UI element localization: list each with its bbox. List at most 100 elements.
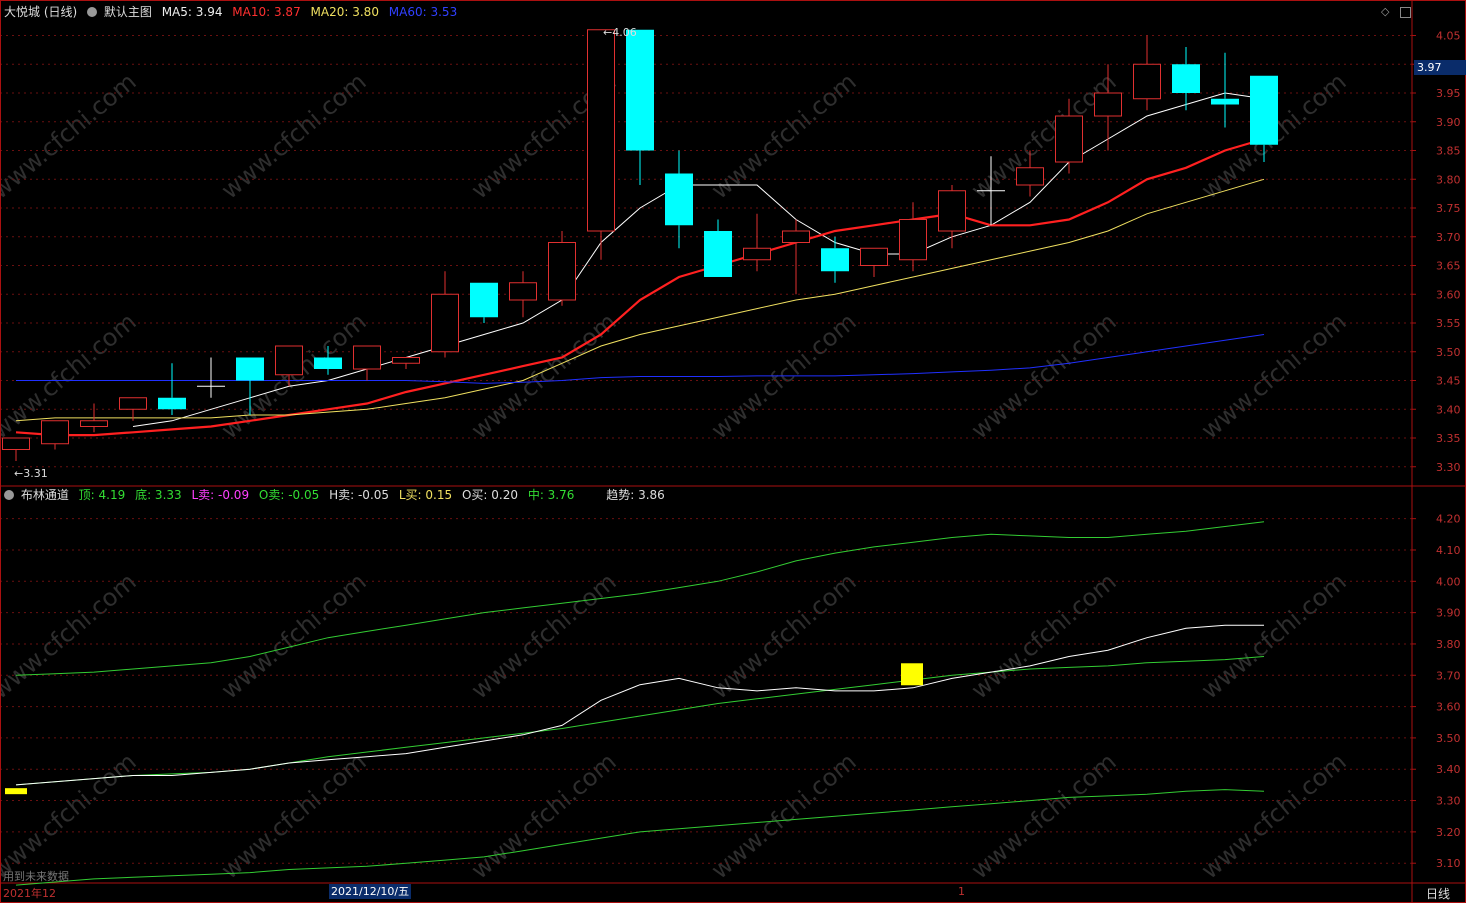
candle bbox=[587, 29, 615, 260]
candle bbox=[119, 397, 147, 421]
y-tick-label: 3.75 bbox=[1436, 202, 1461, 215]
y-tick-label: 3.30 bbox=[1436, 795, 1461, 808]
candle-body bbox=[821, 248, 849, 272]
y-tick-label: 3.45 bbox=[1436, 375, 1461, 388]
mid-label: 中: 3.76 bbox=[527, 488, 575, 502]
boll-mid-line bbox=[15, 656, 1265, 786]
y-tick-label: 3.50 bbox=[1436, 732, 1461, 745]
candle bbox=[392, 357, 420, 369]
watermark-text: www.cfchi.com bbox=[0, 747, 142, 884]
main-header: 大悦城 (日线) 默认主图 MA5: 3.94 MA10: 3.87 MA20:… bbox=[4, 5, 463, 19]
candle-body bbox=[665, 173, 693, 226]
candle bbox=[782, 219, 810, 295]
ma10-label: MA10: 3.87 bbox=[232, 5, 301, 19]
candle-body bbox=[236, 357, 264, 381]
candle-body bbox=[1250, 75, 1278, 145]
candle-body bbox=[470, 282, 498, 318]
trend-line bbox=[15, 624, 1264, 786]
candle-body bbox=[548, 242, 576, 301]
grid-layer bbox=[0, 35, 1412, 864]
boll-bottom-label: 底: 3.33 bbox=[135, 488, 182, 502]
candle bbox=[1172, 47, 1200, 111]
y-tick-label: 4.10 bbox=[1436, 544, 1461, 557]
candle bbox=[41, 420, 69, 450]
eye-icon[interactable] bbox=[87, 7, 98, 17]
watermark-text: www.cfchi.com bbox=[466, 747, 622, 884]
watermark-text: www.cfchi.com bbox=[0, 567, 142, 704]
candle-body bbox=[392, 357, 420, 364]
candle bbox=[509, 271, 537, 318]
o-buy-label: O买: 0.20 bbox=[461, 488, 518, 502]
watermark-text: www.cfchi.com bbox=[216, 747, 372, 884]
ma5-label: MA5: 3.94 bbox=[161, 5, 223, 19]
y-tick-label: 3.60 bbox=[1436, 288, 1461, 301]
y-tick-label: 3.85 bbox=[1436, 145, 1461, 158]
collapse-icon[interactable] bbox=[1400, 7, 1411, 18]
candle-body bbox=[1016, 167, 1044, 186]
month-label: 2021年12 bbox=[3, 887, 56, 900]
y-tick-label: 4.05 bbox=[1436, 30, 1461, 43]
l-buy-label: L买: 0.15 bbox=[398, 488, 453, 502]
candle-body bbox=[743, 247, 771, 261]
candle bbox=[1133, 35, 1161, 111]
y-tick-label: 3.70 bbox=[1436, 231, 1461, 244]
signal-marker bbox=[5, 788, 27, 795]
candle bbox=[899, 202, 927, 272]
y-tick-label: 3.40 bbox=[1436, 763, 1461, 776]
y-tick-label: 4.00 bbox=[1436, 575, 1461, 588]
candle-body bbox=[431, 293, 459, 353]
y-tick-label: 3.90 bbox=[1436, 116, 1461, 129]
watermark-text: www.cfchi.com bbox=[216, 567, 372, 704]
candle-body bbox=[1133, 63, 1161, 100]
indicator-name[interactable]: 布林通道 bbox=[21, 488, 69, 502]
candle bbox=[704, 219, 732, 277]
candle bbox=[1211, 52, 1239, 128]
candle-body bbox=[509, 282, 537, 301]
period-button[interactable]: 日线 bbox=[1426, 885, 1450, 902]
candle-body bbox=[899, 219, 927, 261]
y-tick-label: 3.20 bbox=[1436, 826, 1461, 839]
candle-body bbox=[587, 29, 615, 232]
candle-body bbox=[1094, 92, 1122, 117]
candle bbox=[353, 345, 381, 381]
watermark-text: www.cfchi.com bbox=[466, 307, 622, 444]
candle bbox=[431, 271, 459, 358]
candle bbox=[158, 363, 186, 415]
stock-title[interactable]: 大悦城 (日线) bbox=[4, 5, 77, 19]
y-tick-label: 4.20 bbox=[1436, 513, 1461, 526]
watermark-text: www.cfchi.com bbox=[1196, 747, 1352, 884]
y-axis-layer: 3.30 3.35 3.40 3.45 3.50 3.55 3.60 3.65 3.70 3.75… bbox=[1412, 30, 1461, 870]
watermark-text: www.cfchi.com bbox=[1196, 567, 1352, 704]
main-chart-label[interactable]: 默认主图 bbox=[104, 5, 152, 19]
chart-canvas[interactable]: www.cfchi.com www.cfchi.com www.cfchi.com w… bbox=[0, 0, 1466, 903]
candle bbox=[938, 185, 966, 249]
candle-body bbox=[1211, 98, 1239, 105]
candle bbox=[743, 213, 771, 272]
y-tick-label: 3.30 bbox=[1436, 461, 1461, 474]
candle bbox=[2, 437, 30, 461]
candle-body bbox=[626, 29, 654, 151]
candle-body bbox=[353, 345, 381, 370]
candle-body bbox=[1055, 115, 1083, 163]
watermark-text: www.cfchi.com bbox=[706, 567, 862, 704]
eye-icon[interactable] bbox=[4, 490, 14, 500]
candle bbox=[626, 29, 654, 185]
l-sell-label: L卖: -0.09 bbox=[191, 488, 250, 502]
ma20-label: MA20: 3.80 bbox=[310, 5, 379, 19]
y-tick-label: 3.90 bbox=[1436, 607, 1461, 620]
watermark-text: www.cfchi.com bbox=[966, 567, 1122, 704]
diamond-icon[interactable]: ◇ bbox=[1381, 6, 1389, 18]
h-sell-label: H卖: -0.05 bbox=[329, 488, 390, 502]
candle-body bbox=[938, 190, 966, 232]
watermark-text: www.cfchi.com bbox=[706, 67, 862, 204]
candle-body bbox=[275, 345, 303, 376]
candle-body bbox=[704, 231, 732, 277]
price-annotation: ←4.06 bbox=[603, 26, 637, 39]
o-sell-label: O卖: -0.05 bbox=[258, 488, 320, 502]
watermark-text: www.cfchi.com bbox=[216, 67, 372, 204]
watermark-text: www.cfchi.com bbox=[0, 307, 142, 444]
watermark-text: www.cfchi.com bbox=[1196, 307, 1352, 444]
candle bbox=[470, 282, 498, 323]
frame-layer bbox=[0, 0, 1466, 903]
candle-body bbox=[782, 230, 810, 243]
